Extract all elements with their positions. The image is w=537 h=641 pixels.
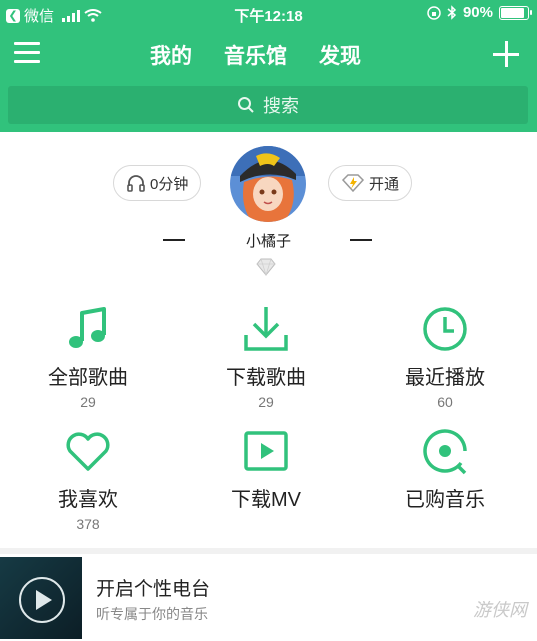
tab-music-hall[interactable]: 音乐馆 xyxy=(224,40,287,70)
music-note-icon xyxy=(69,307,106,348)
grid-count: 29 xyxy=(80,394,96,410)
tab-discover[interactable]: 发现 xyxy=(319,40,361,70)
grid-label: 下载歌曲 xyxy=(226,367,306,389)
battery-icon xyxy=(499,5,532,20)
grid-count: 378 xyxy=(76,516,100,532)
menu-icon[interactable] xyxy=(14,42,40,64)
grid-label: 我喜欢 xyxy=(58,489,118,511)
vip-pill[interactable]: 开通 xyxy=(328,165,413,201)
grid-purchased-music[interactable]: 已购音乐 xyxy=(360,427,530,516)
grid-count: 60 xyxy=(437,394,453,410)
top-nav: 我的 音乐馆 发现 xyxy=(0,30,537,78)
add-icon[interactable] xyxy=(493,41,519,67)
search-placeholder: 搜索 xyxy=(263,96,299,116)
username[interactable]: 小橘子 xyxy=(0,230,537,251)
video-play-icon xyxy=(244,431,288,471)
listen-time-label: 0分钟 xyxy=(150,175,189,193)
radio-subtitle: 听专属于你的音乐 xyxy=(96,606,208,622)
grid-label: 下载MV xyxy=(231,489,301,511)
grid-count: 29 xyxy=(258,394,274,410)
diamond-lightning-icon xyxy=(341,174,365,192)
nav-tabs: 我的 音乐馆 发现 xyxy=(150,40,361,70)
right-dash xyxy=(350,239,372,241)
grid-all-songs[interactable]: 全部歌曲 29 xyxy=(3,305,173,410)
clock-icon xyxy=(423,307,467,351)
listen-time-pill[interactable]: 0分钟 xyxy=(113,165,202,201)
battery-percent: 90% xyxy=(462,4,493,21)
radio-thumbnail[interactable] xyxy=(0,557,82,639)
vip-label: 开通 xyxy=(369,175,400,193)
watermark: 游侠网 xyxy=(473,600,527,620)
radio-title: 开启个性电台 xyxy=(96,579,211,600)
grid-label: 已购音乐 xyxy=(405,489,485,511)
status-right: 90% xyxy=(427,4,532,21)
avatar[interactable] xyxy=(230,146,306,222)
grid-favorites[interactable]: 我喜欢 378 xyxy=(3,427,173,532)
personal-radio-banner[interactable]: 开启个性电台 听专属于你的音乐 游侠网 xyxy=(0,554,537,641)
bluetooth-icon xyxy=(447,5,457,20)
level-diamond-icon xyxy=(256,258,276,276)
grid-label: 全部歌曲 xyxy=(48,367,128,389)
heart-icon xyxy=(66,432,110,471)
grid-downloaded-mv[interactable]: 下载MV xyxy=(181,427,351,516)
headphones-icon xyxy=(127,175,145,192)
search-icon xyxy=(238,97,254,113)
purchased-disc-icon xyxy=(423,429,467,475)
grid-downloaded-songs[interactable]: 下载歌曲 29 xyxy=(181,305,351,410)
orientation-lock-icon xyxy=(427,5,441,20)
header: ❮ 微信 下午12:18 90% 我的 音乐馆 发现 搜索 xyxy=(0,0,537,132)
grid-label: 最近播放 xyxy=(405,367,485,389)
tab-mine[interactable]: 我的 xyxy=(150,40,192,70)
download-icon xyxy=(244,307,288,351)
grid-recent-play[interactable]: 最近播放 60 xyxy=(360,305,530,410)
status-bar: ❮ 微信 下午12:18 90% xyxy=(0,0,537,28)
search-bar[interactable]: 搜索 xyxy=(8,86,528,124)
